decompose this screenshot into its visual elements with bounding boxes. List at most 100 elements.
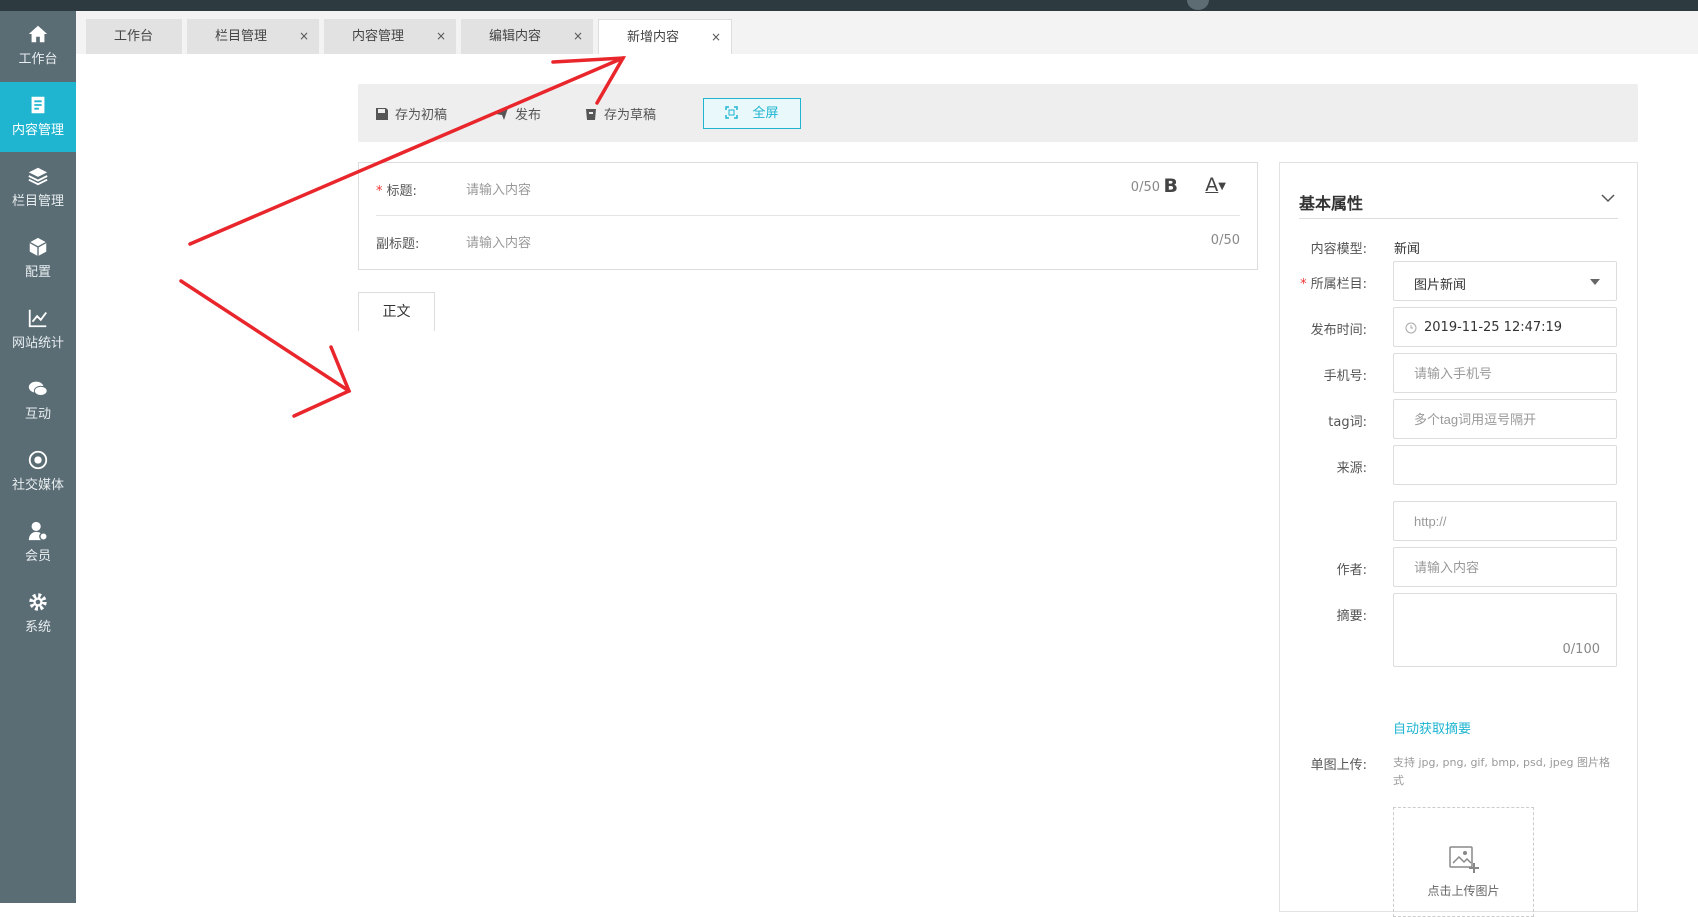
sidebar-item-label: 工作台 xyxy=(18,52,58,67)
tab-columns[interactable]: 栏目管理 × xyxy=(187,19,319,54)
sidebar-item-interact[interactable]: 互动 xyxy=(0,366,76,436)
subtitle-label: 副标题: xyxy=(376,237,420,252)
column-select-value: 图片新闻 xyxy=(1414,278,1467,293)
sidebar-item-system[interactable]: 系统 xyxy=(0,579,76,649)
panel-title: 基本属性 xyxy=(1299,194,1364,213)
tab-content[interactable]: 内容管理 × xyxy=(324,19,456,54)
clock-icon xyxy=(1405,322,1417,334)
trash-icon xyxy=(586,109,596,120)
title-input[interactable] xyxy=(466,173,1066,205)
auto-summary-link[interactable]: 自动获取摘要 xyxy=(1393,718,1471,737)
sidebar-item-label: 配置 xyxy=(24,265,51,280)
column-select[interactable]: 图片新闻 xyxy=(1393,261,1617,301)
author-label: 作者: xyxy=(1336,563,1367,578)
source-url-field xyxy=(1393,501,1617,541)
sidebar-item-config[interactable]: 配置 xyxy=(0,224,76,294)
phone-field xyxy=(1393,353,1617,393)
save-initial-button[interactable]: 存为初稿 xyxy=(375,104,447,123)
image-upload-label: 单图上传: xyxy=(1310,758,1367,773)
publish-label: 发布 xyxy=(515,108,542,123)
source-input[interactable] xyxy=(1394,446,1616,484)
sidebar-item-label: 会员 xyxy=(24,549,51,564)
editor-toolbar: 存为初稿 发布 存为草稿 全屏 xyxy=(358,84,1638,142)
chat-icon xyxy=(28,381,48,396)
gear-icon xyxy=(29,593,47,611)
tab-label: 内容管理 xyxy=(352,29,405,44)
arrow-head-down xyxy=(292,345,352,418)
title-form: *标题: 0/50 B A▼ 副标题: 0/50 xyxy=(358,162,1258,270)
tab-new-content[interactable]: 新增内容 × xyxy=(598,19,732,54)
box-icon xyxy=(29,237,47,257)
target-icon xyxy=(28,450,48,470)
fullscreen-label: 全屏 xyxy=(752,106,779,121)
save-draft-button[interactable]: 存为草稿 xyxy=(584,104,656,123)
publish-time-picker[interactable]: 2019-11-25 12:47:19 xyxy=(1393,307,1617,347)
author-input[interactable] xyxy=(1394,548,1616,586)
sidebar: 工作台 内容管理 栏目管理 配置 网站统计 互动 社交媒体 会员 系统 xyxy=(0,11,76,903)
sidebar-item-label: 社交媒体 xyxy=(11,478,64,493)
sidebar-item-label: 网站统计 xyxy=(11,336,64,351)
tag-input[interactable] xyxy=(1394,400,1616,438)
chevron-down-icon[interactable] xyxy=(1601,193,1615,203)
title-label-text: 标题: xyxy=(386,184,417,199)
fullscreen-button[interactable]: 全屏 xyxy=(703,98,801,129)
phone-input[interactable] xyxy=(1394,354,1616,392)
sidebar-item-label: 互动 xyxy=(24,407,51,422)
tag-label: tag词: xyxy=(1328,415,1367,430)
tab-dashboard[interactable]: 工作台 xyxy=(86,19,182,54)
sidebar-item-members[interactable]: 会员 xyxy=(0,508,76,578)
save-icon xyxy=(376,108,388,120)
close-icon[interactable]: × xyxy=(711,20,721,55)
sidebar-item-label: 系统 xyxy=(24,620,51,635)
column-label: * 所属栏目: xyxy=(1300,273,1367,292)
divider xyxy=(1299,218,1618,219)
summary-label: 摘要: xyxy=(1336,609,1367,624)
add-image-icon xyxy=(1448,846,1479,873)
sidebar-item-dashboard[interactable]: 工作台 xyxy=(0,11,76,81)
content-model-label: 内容模型: xyxy=(1310,242,1367,257)
tab-body[interactable]: 正文 xyxy=(358,292,435,331)
tab-label: 新增内容 xyxy=(627,30,680,45)
subtitle-row: 副标题: 0/50 xyxy=(376,216,1240,269)
close-icon[interactable]: × xyxy=(436,19,446,54)
source-field xyxy=(1393,445,1617,485)
send-icon xyxy=(496,108,508,120)
chart-icon xyxy=(28,309,47,328)
tab-edit-content[interactable]: 编辑内容 × xyxy=(461,19,593,54)
title-char-count: 0/50 xyxy=(1130,180,1160,195)
sidebar-item-columns[interactable]: 栏目管理 xyxy=(0,153,76,223)
top-bar xyxy=(0,0,1698,11)
sidebar-item-content[interactable]: 内容管理 xyxy=(0,82,76,152)
required-mark: * xyxy=(1300,277,1307,292)
title-label: * 标题: xyxy=(376,180,417,199)
sidebar-item-label: 内容管理 xyxy=(11,123,64,138)
author-field xyxy=(1393,547,1617,587)
source-url-input[interactable] xyxy=(1394,502,1616,540)
document-icon xyxy=(31,96,45,114)
bold-button[interactable]: B xyxy=(1164,175,1178,197)
text-color-button[interactable]: A▼ xyxy=(1205,174,1226,196)
publish-button[interactable]: 发布 xyxy=(495,104,541,123)
close-icon[interactable]: × xyxy=(573,19,583,54)
sidebar-item-social[interactable]: 社交媒体 xyxy=(0,437,76,507)
publish-time-value: 2019-11-25 12:47:19 xyxy=(1424,320,1563,335)
user-icon xyxy=(28,521,48,541)
close-icon[interactable]: × xyxy=(299,19,309,54)
summary-char-count: 0/100 xyxy=(1562,642,1600,657)
home-icon xyxy=(28,25,48,43)
image-upload-area[interactable]: 点击上传图片 xyxy=(1393,807,1534,917)
avatar[interactable] xyxy=(1187,0,1209,10)
summary-field: 0/100 xyxy=(1393,593,1617,667)
tab-label: 编辑内容 xyxy=(489,29,542,44)
column-label-text: 所属栏目: xyxy=(1310,277,1367,292)
save-draft-label: 存为草稿 xyxy=(604,108,657,123)
layers-icon xyxy=(28,167,48,186)
sidebar-item-stats[interactable]: 网站统计 xyxy=(0,295,76,365)
image-format-hint: 支持 jpg, png, gif, bmp, psd, jpeg 图片格式 xyxy=(1393,756,1610,787)
fullscreen-icon xyxy=(725,106,739,119)
required-mark: * xyxy=(376,184,383,199)
content-model-value: 新闻 xyxy=(1394,242,1421,257)
subtitle-char-count: 0/50 xyxy=(1210,233,1240,248)
arrow-line-down xyxy=(179,279,351,393)
subtitle-input[interactable] xyxy=(466,226,1066,258)
